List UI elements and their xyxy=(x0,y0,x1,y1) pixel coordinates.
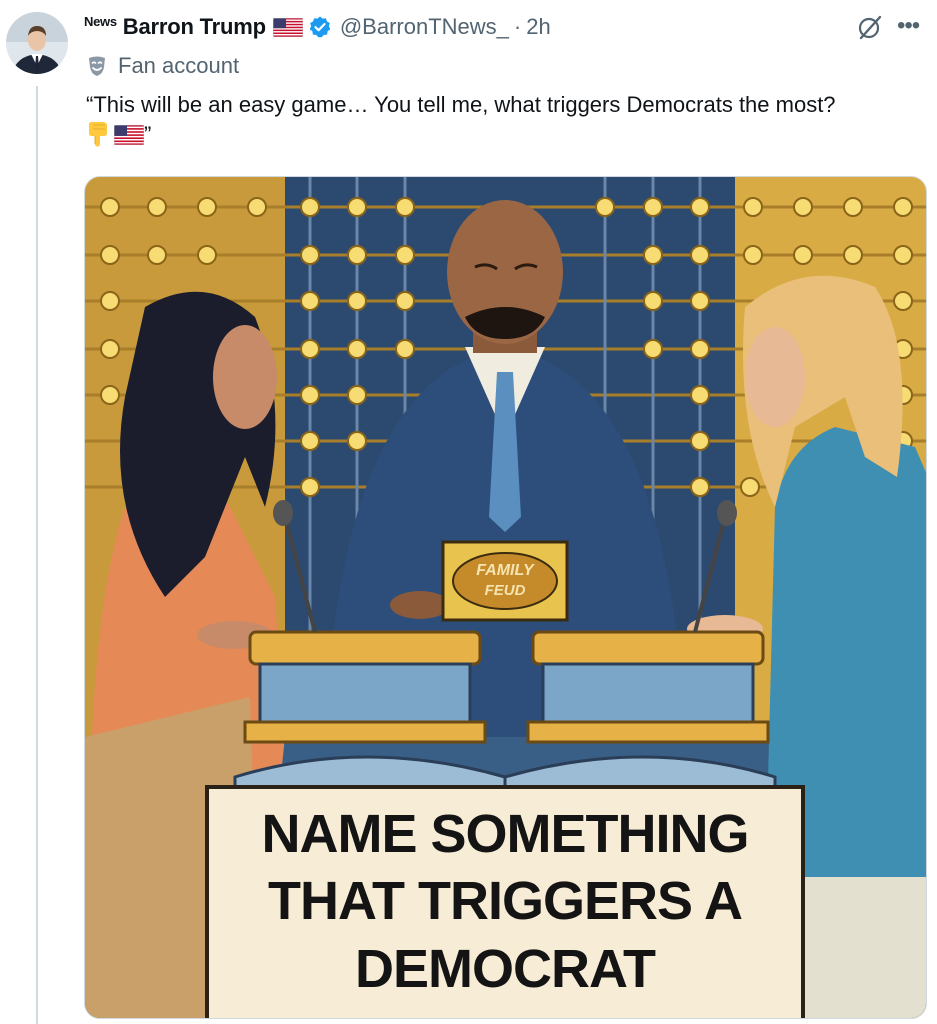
sign-line-3: DEMOCRAT xyxy=(355,939,656,999)
us-flag-icon xyxy=(272,17,304,37)
tweet-text: “This will be an easy game… You tell me,… xyxy=(86,90,931,150)
sign-line-2: THAT TRIGGERS A xyxy=(268,871,742,931)
avatar[interactable] xyxy=(6,12,68,74)
tweet-image[interactable]: FAMILY FEUD NAME SOMETHING THAT TRIGGERS… xyxy=(84,176,927,1019)
display-name[interactable]: Barron Trump xyxy=(123,14,266,40)
theater-mask-icon xyxy=(86,55,108,77)
us-flag-emoji xyxy=(113,123,145,146)
fan-account-text: Fan account xyxy=(118,53,240,78)
news-badge: News xyxy=(84,13,117,29)
tweet-header: News Barron Trump @BarronTNews_ · 2h xyxy=(84,10,551,44)
fan-account-label: Fan account xyxy=(86,52,239,80)
more-options-button[interactable]: ••• xyxy=(897,14,920,38)
separator-dot: · xyxy=(513,14,522,39)
tweet-text-close: ” xyxy=(144,122,152,147)
tweet-text-body: “This will be an easy game… You tell me,… xyxy=(86,92,836,117)
timestamp[interactable]: 2h xyxy=(526,14,550,40)
user-handle[interactable]: @BarronTNews_ xyxy=(340,14,509,40)
verified-badge-icon[interactable] xyxy=(308,15,332,39)
pointing-down-emoji xyxy=(86,121,110,147)
family-feud-logo-line1: FAMILY xyxy=(476,562,535,579)
family-feud-logo-line2: FEUD xyxy=(485,582,526,599)
grok-icon[interactable] xyxy=(855,12,885,42)
thread-line xyxy=(36,86,38,1024)
sign-line-1: NAME SOMETHING xyxy=(261,804,748,864)
